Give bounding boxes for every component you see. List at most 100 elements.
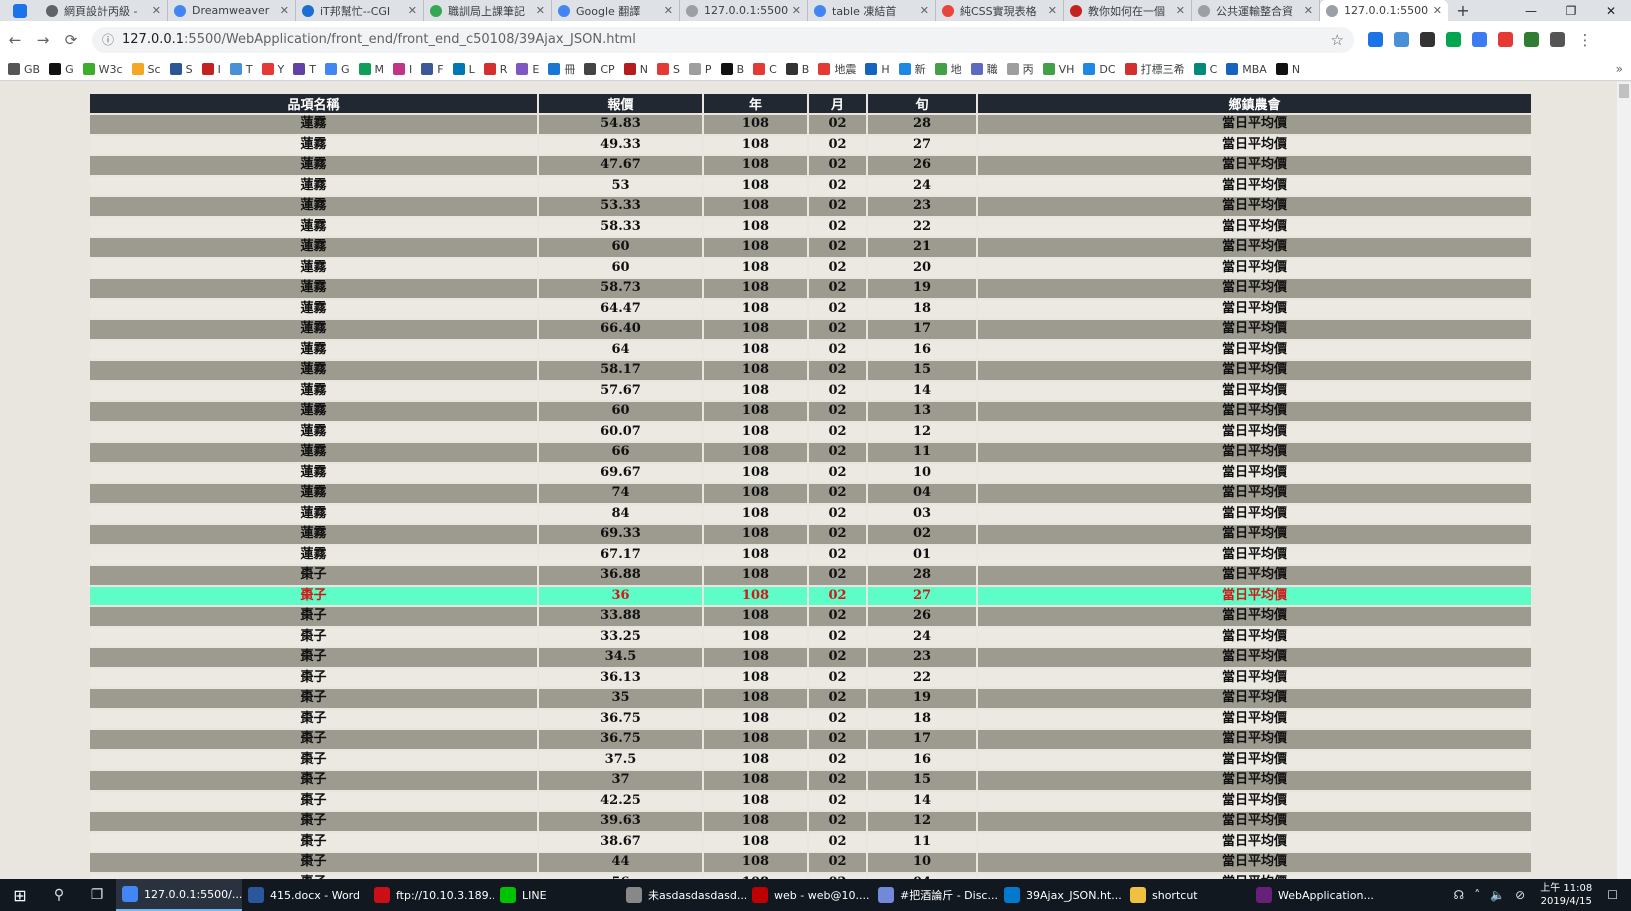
extension-icon[interactable] [1440, 27, 1466, 53]
table-row[interactable]: 蓮霧 47.67 108 02 26 當日平均價 [90, 156, 1531, 175]
taskbar-app[interactable]: 127.0.0.1:5500/... [116, 879, 242, 911]
table-row[interactable]: 棗子 33.88 108 02 26 當日平均價 [90, 607, 1531, 626]
taskbar-app[interactable]: WebApplication... [1250, 879, 1376, 911]
browser-tab[interactable]: table 凍結首 ✕ [808, 0, 936, 21]
network-icon[interactable]: ⊘ [1515, 888, 1525, 902]
table-row[interactable]: 棗子 36 108 02 27 當日平均價 [90, 586, 1531, 605]
browser-menu-button[interactable]: ⋮ [1572, 27, 1598, 53]
browser-tab[interactable]: 純CSS實現表格 ✕ [936, 0, 1064, 21]
extension-icon[interactable] [1362, 27, 1388, 53]
app-menu-icon[interactable] [0, 0, 40, 21]
table-row[interactable]: 棗子 37.5 108 02 16 當日平均價 [90, 750, 1531, 769]
bookmark-item[interactable]: B [785, 63, 809, 76]
bookmark-item[interactable]: W3c [82, 63, 123, 76]
taskbar-app[interactable]: ftp://10.10.3.189... [368, 879, 494, 911]
extension-icon[interactable] [1388, 27, 1414, 53]
extension-icon[interactable] [1414, 27, 1440, 53]
table-row[interactable]: 棗子 35 108 02 19 當日平均價 [90, 689, 1531, 708]
bookmark-item[interactable]: N [1275, 63, 1300, 76]
bookmark-item[interactable]: T [293, 63, 316, 76]
clock[interactable]: 上午 11:08 2019/4/15 [1540, 882, 1592, 908]
bookmark-item[interactable]: DC [1083, 63, 1116, 76]
taskbar-app[interactable]: 未asdasdasdasd... [620, 879, 746, 911]
site-info-icon[interactable]: ⓘ [102, 31, 114, 48]
browser-tab[interactable]: 職訓局上課筆記 ✕ [424, 0, 552, 21]
table-row[interactable]: 棗子 39.63 108 02 12 當日平均價 [90, 812, 1531, 831]
bookmark-item[interactable]: MBA [1226, 63, 1267, 76]
table-row[interactable]: 蓮霧 64 108 02 16 當日平均價 [90, 340, 1531, 359]
bookmark-item[interactable]: 職 [970, 61, 998, 77]
new-tab-button[interactable]: + [1448, 0, 1478, 21]
search-icon[interactable]: ⚲ [40, 879, 78, 911]
bookmark-item[interactable]: I [393, 63, 412, 76]
table-row[interactable]: 棗子 38.67 108 02 11 當日平均價 [90, 832, 1531, 851]
extension-icon[interactable] [1466, 27, 1492, 53]
table-row[interactable]: 棗子 33.25 108 02 24 當日平均價 [90, 627, 1531, 646]
table-row[interactable]: 蓮霧 58.17 108 02 15 當日平均價 [90, 361, 1531, 380]
bookmark-item[interactable]: I [201, 63, 221, 76]
bookmark-item[interactable]: B [720, 63, 744, 76]
tab-close-icon[interactable]: ✕ [920, 4, 929, 17]
table-row[interactable]: 蓮霧 60 108 02 21 當日平均價 [90, 238, 1531, 257]
bookmark-item[interactable]: L [452, 63, 475, 76]
table-row[interactable]: 棗子 44 108 02 10 當日平均價 [90, 853, 1531, 872]
taskbar-app[interactable]: #把酒論斤 - Disc... [872, 879, 998, 911]
browser-tab[interactable]: Dreamweaver ✕ [168, 0, 296, 21]
table-row[interactable]: 棗子 36.88 108 02 28 當日平均價 [90, 566, 1531, 585]
bookmark-item[interactable]: VH [1042, 63, 1074, 76]
address-bar[interactable]: ⓘ 127.0.0.1:5500/WebApplication/front_en… [92, 26, 1354, 53]
table-row[interactable]: 棗子 36.75 108 02 18 當日平均價 [90, 709, 1531, 728]
tab-close-icon[interactable]: ✕ [408, 4, 417, 17]
tab-close-icon[interactable]: ✕ [280, 4, 289, 17]
reload-button[interactable]: ⟳ [58, 27, 84, 53]
tab-close-icon[interactable]: ✕ [1176, 4, 1185, 17]
bookmark-item[interactable]: S [656, 63, 680, 76]
bookmark-item[interactable]: T [229, 63, 253, 76]
taskbar-app[interactable]: shortcut [1124, 879, 1250, 911]
forward-button[interactable]: → [30, 27, 56, 53]
bookmark-item[interactable]: 打標三希 [1124, 61, 1185, 77]
tab-close-icon[interactable]: ✕ [1048, 4, 1057, 17]
bookmark-item[interactable]: C [1193, 63, 1217, 76]
table-row[interactable]: 棗子 34.5 108 02 23 當日平均價 [90, 648, 1531, 667]
table-row[interactable]: 蓮霧 69.33 108 02 02 當日平均價 [90, 525, 1531, 544]
table-row[interactable]: 蓮霧 66.40 108 02 17 當日平均價 [90, 320, 1531, 339]
table-row[interactable]: 蓮霧 57.67 108 02 14 當日平均價 [90, 381, 1531, 400]
bookmark-item[interactable]: N [623, 63, 648, 76]
scrollbar-thumb[interactable] [1619, 84, 1629, 98]
table-row[interactable]: 蓮霧 60.07 108 02 12 當日平均價 [90, 422, 1531, 441]
tab-close-icon[interactable]: ✕ [152, 4, 161, 17]
table-row[interactable]: 蓮霧 64.47 108 02 18 當日平均價 [90, 299, 1531, 318]
volume-icon[interactable]: 🔈 [1490, 888, 1505, 902]
show-hidden-icons-icon[interactable]: ˄ [1474, 888, 1480, 902]
tab-close-icon[interactable]: ✕ [536, 4, 545, 17]
extension-icon[interactable] [1492, 27, 1518, 53]
minimize-button[interactable]: — [1511, 0, 1551, 21]
table-row[interactable]: 棗子 36.13 108 02 22 當日平均價 [90, 668, 1531, 687]
table-row[interactable]: 蓮霧 84 108 02 03 當日平均價 [90, 504, 1531, 523]
bookmark-item[interactable]: 地 [934, 61, 962, 77]
table-row[interactable]: 蓮霧 66 108 02 11 當日平均價 [90, 443, 1531, 462]
extension-icon[interactable] [1544, 27, 1570, 53]
bookmark-item[interactable]: R [483, 63, 507, 76]
table-row[interactable]: 棗子 36.75 108 02 17 當日平均價 [90, 730, 1531, 749]
table-row[interactable]: 蓮霧 58.33 108 02 22 當日平均價 [90, 217, 1531, 236]
tab-close-icon[interactable]: ✕ [664, 4, 673, 17]
start-button[interactable]: ⊞ [0, 879, 40, 911]
bookmark-item[interactable]: 新 [898, 61, 926, 77]
close-window-button[interactable]: ✕ [1591, 0, 1631, 21]
tab-close-icon[interactable]: ✕ [792, 4, 801, 17]
table-row[interactable]: 蓮霧 69.67 108 02 10 當日平均價 [90, 463, 1531, 482]
table-row[interactable]: 蓮霧 53.33 108 02 23 當日平均價 [90, 197, 1531, 216]
bookmark-item[interactable]: C [753, 63, 777, 76]
table-row[interactable]: 蓮霧 49.33 108 02 27 當日平均價 [90, 135, 1531, 154]
taskbar-app[interactable]: web - web@10.... [746, 879, 872, 911]
bookmark-item[interactable]: G [49, 63, 74, 76]
table-row[interactable]: 蓮霧 60 108 02 13 當日平均價 [90, 402, 1531, 421]
tab-close-icon[interactable]: ✕ [1304, 4, 1313, 17]
browser-tab[interactable]: 127.0.0.1:5500/ ✕ [680, 0, 808, 21]
bookmark-item[interactable]: CP [584, 63, 615, 76]
maximize-button[interactable]: ❐ [1551, 0, 1591, 21]
bookmark-item[interactable]: GB [8, 63, 40, 76]
bookmark-item[interactable]: Sc [131, 63, 161, 76]
